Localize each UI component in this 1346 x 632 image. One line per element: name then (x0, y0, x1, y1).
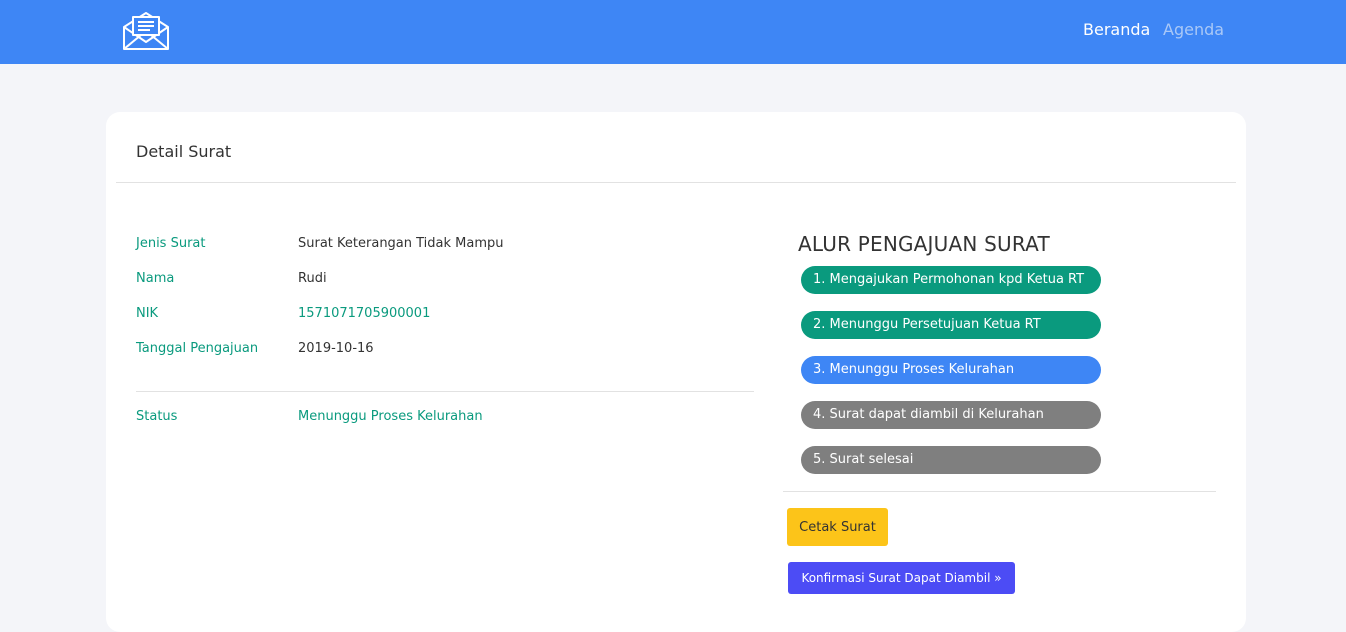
alur-step-2: 2. Menunggu Persetujuan Ketua RT (801, 311, 1101, 339)
envelope-icon[interactable] (122, 11, 170, 51)
status-value: Menunggu Proses Kelurahan (298, 409, 483, 424)
nama-value: Rudi (298, 271, 327, 286)
details-divider (136, 391, 754, 392)
tanggal-pengajuan-value: 2019-10-16 (298, 341, 374, 356)
actions-divider (783, 491, 1216, 492)
card-divider (116, 182, 1236, 183)
nav-link-beranda[interactable]: Beranda (1083, 20, 1150, 39)
nama-label: Nama (136, 271, 175, 286)
alur-step-5: 5. Surat selesai (801, 446, 1101, 474)
alur-title: ALUR PENGAJUAN SURAT (798, 232, 1050, 256)
alur-step-3: 3. Menunggu Proses Kelurahan (801, 356, 1101, 384)
nik-label: NIK (136, 306, 159, 321)
detail-card: Detail Surat Jenis Surat Surat Keteranga… (106, 112, 1246, 632)
konfirmasi-diambil-button[interactable]: Konfirmasi Surat Dapat Diambil » (788, 562, 1015, 594)
nav-link-agenda[interactable]: Agenda (1163, 20, 1224, 39)
jenis-surat-label: Jenis Surat (136, 236, 206, 251)
top-navbar: Beranda Agenda (0, 0, 1346, 64)
tanggal-pengajuan-label: Tanggal Pengajuan (136, 341, 259, 356)
jenis-surat-value: Surat Keterangan Tidak Mampu (298, 236, 504, 251)
nik-value: 1571071705900001 (298, 306, 431, 321)
status-label: Status (136, 409, 178, 424)
alur-step-4: 4. Surat dapat diambil di Kelurahan (801, 401, 1101, 429)
card-title: Detail Surat (136, 142, 232, 161)
alur-step-1: 1. Mengajukan Permohonan kpd Ketua RT (801, 266, 1101, 294)
cetak-surat-button[interactable]: Cetak Surat (787, 508, 888, 546)
